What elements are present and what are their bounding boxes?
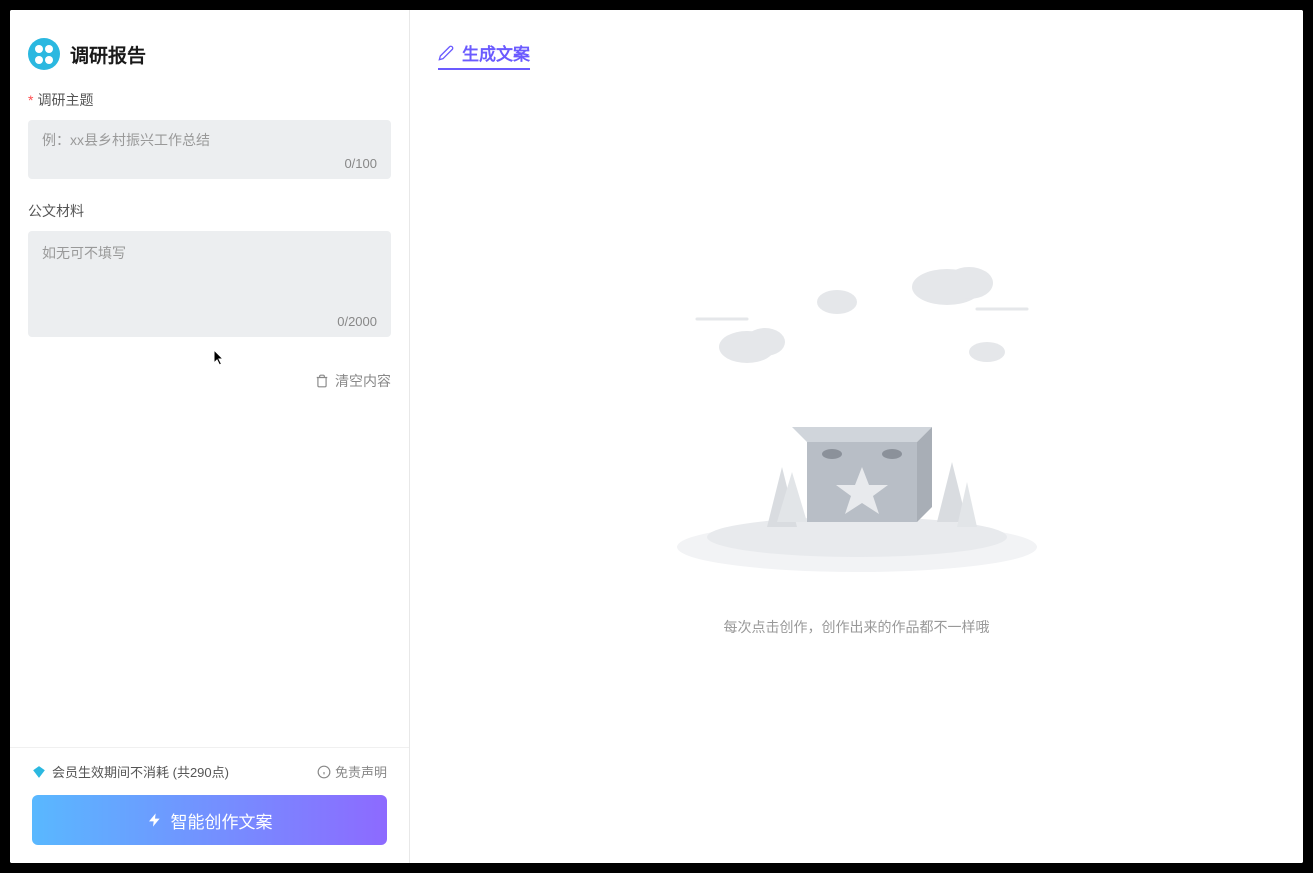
clear-content-button[interactable]: 清空内容: [28, 359, 391, 403]
material-char-count: 0/2000: [42, 314, 377, 329]
edit-icon: [438, 45, 454, 61]
main-header: 生成文案: [410, 10, 1303, 80]
app-logo-icon: [28, 38, 60, 70]
empty-state-text: 每次点击创作，创作出来的作品都不一样哦: [724, 617, 990, 637]
sidebar-header: 调研报告: [10, 10, 409, 90]
info-icon: [317, 765, 331, 779]
sidebar-title: 调研报告: [70, 41, 146, 68]
bolt-icon: [147, 812, 163, 828]
topic-label: * 调研主题: [28, 90, 391, 110]
diamond-icon: [32, 765, 46, 779]
points-info: 会员生效期间不消耗 (共290点): [32, 762, 229, 781]
empty-state-illustration: [657, 247, 1057, 587]
material-textarea[interactable]: [42, 243, 377, 303]
required-asterisk: *: [28, 92, 33, 108]
generate-copy-tab[interactable]: 生成文案: [438, 40, 530, 70]
disclaimer-link[interactable]: 免责声明: [317, 762, 387, 781]
topic-char-count: 0/100: [42, 156, 377, 171]
topic-input[interactable]: [42, 132, 377, 148]
trash-icon: [315, 374, 329, 388]
material-label: 公文材料: [28, 201, 391, 221]
generate-button[interactable]: 智能创作文案: [32, 795, 387, 845]
